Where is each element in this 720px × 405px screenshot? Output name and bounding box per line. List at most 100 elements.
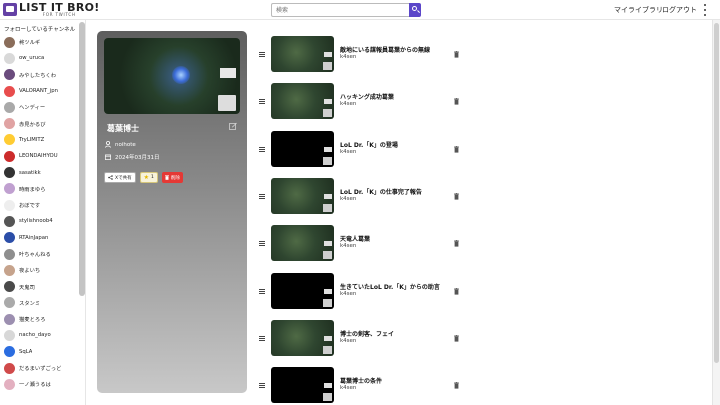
sidebar-channel-item[interactable]: 叶ちゃんねる (0, 246, 85, 262)
channel-name: sasatikk (19, 169, 41, 176)
sidebar-channel-item[interactable]: VALORANT_jpn (0, 83, 85, 99)
sidebar-channel-item[interactable]: 一ノ瀬うるは (0, 376, 85, 392)
playlist-owner: noihote (105, 141, 136, 148)
logo[interactable]: LIST IT BRO! FOR TWITCH (3, 2, 100, 17)
trash-icon[interactable] (454, 334, 459, 342)
date-text: 2024年03月31日 (115, 155, 160, 161)
sidebar-channel-item[interactable]: だるまいずごっど (0, 360, 85, 376)
video-row[interactable]: LoL Dr.「K」の仕事完了報告 k4sen (257, 177, 467, 216)
drag-handle-icon[interactable] (259, 146, 265, 152)
sidebar-channel-item[interactable]: 時雨まゆら (0, 181, 85, 197)
channel-name: 天鬼司 (19, 284, 35, 291)
sidebar-channel-item[interactable]: 赤見かるび (0, 115, 85, 131)
video-title[interactable]: 敵地にいる謀報員葛葉からの無線 (340, 45, 430, 54)
video-title[interactable]: 天竜人葛葉 (340, 234, 370, 243)
followed-channels-sidebar: フォローしているチャンネル 柊ツルギ ow_uruca みやしたちくわ VALORAN… (0, 20, 86, 405)
video-channel: k4sen (340, 101, 357, 108)
more-menu-icon[interactable] (703, 4, 707, 16)
video-title[interactable]: 葛葉博士の条件 (340, 376, 382, 385)
channel-avatar (4, 52, 15, 64)
sidebar-channel-item[interactable]: おぼです (0, 197, 85, 213)
sidebar-channel-item[interactable]: LEONDAIHYOU (0, 148, 85, 164)
video-thumbnail[interactable] (271, 272, 334, 309)
sidebar-channel-item[interactable]: 天鬼司 (0, 278, 85, 294)
video-title[interactable]: ハッキング成功葛葉 (340, 92, 394, 101)
drag-handle-icon[interactable] (259, 383, 265, 389)
sidebar-channel-item[interactable]: RTAinJapan (0, 230, 85, 246)
channel-avatar (4, 313, 15, 325)
channel-name: だるまいずごっど (19, 366, 62, 373)
edit-icon[interactable] (229, 122, 237, 130)
top-bar: LIST IT BRO! FOR TWITCH マイライブラリ ログアウト (0, 0, 720, 20)
drag-handle-icon[interactable] (259, 241, 265, 247)
video-row[interactable]: 敵地にいる謀報員葛葉からの無線 k4sen (257, 36, 467, 74)
sidebar-channel-item[interactable]: ヘンディー (0, 99, 85, 115)
video-row[interactable]: 博士の剣客、フェイ k4sen (257, 319, 467, 358)
channel-name: ow_uruca (19, 55, 45, 62)
search-button[interactable] (409, 3, 421, 17)
sidebar-channel-item[interactable]: nacho_dayo (0, 327, 85, 343)
drag-handle-icon[interactable] (259, 99, 265, 105)
page-scrollbar[interactable] (712, 20, 720, 405)
trash-icon[interactable] (454, 240, 459, 247)
video-row[interactable]: LoL Dr.「K」の登場 k4sen (257, 130, 467, 169)
channel-avatar (4, 232, 15, 244)
sidebar-channel-item[interactable]: ow_uruca (0, 50, 85, 66)
drag-handle-icon[interactable] (259, 288, 265, 294)
video-thumbnail[interactable] (271, 36, 334, 72)
trash-icon[interactable] (454, 382, 459, 389)
sidebar-channel-item[interactable]: みやしたちくわ (0, 67, 85, 83)
trash-icon[interactable] (454, 98, 459, 105)
video-thumbnail[interactable] (271, 130, 334, 167)
sidebar-scrollbar[interactable] (79, 22, 85, 296)
sidebar-channel-item[interactable]: sasatikk (0, 164, 85, 180)
trash-icon[interactable] (454, 287, 459, 295)
search-input[interactable] (271, 3, 409, 17)
drag-handle-icon[interactable] (259, 52, 265, 57)
video-row[interactable]: 天竜人葛葉 k4sen (257, 225, 467, 263)
video-channel: k4sen (340, 54, 357, 60)
search-icon (412, 6, 417, 11)
trash-icon[interactable] (454, 145, 459, 153)
owner-name: noihote (115, 141, 136, 148)
video-thumbnail[interactable] (271, 177, 334, 214)
video-channel: k4sen (340, 290, 357, 297)
share-on-x-button[interactable]: Xで共有 (104, 172, 136, 183)
trash-icon[interactable] (454, 51, 459, 58)
channel-avatar (4, 150, 15, 162)
playlist-thumbnail[interactable] (104, 38, 240, 114)
sidebar-channel-item[interactable]: stylishnoob4 (0, 213, 85, 229)
video-thumbnail[interactable] (271, 367, 334, 404)
video-title[interactable]: LoL Dr.「K」の登場 (340, 140, 398, 149)
video-thumbnail[interactable] (271, 83, 334, 120)
drag-handle-icon[interactable] (259, 193, 265, 199)
trash-icon[interactable] (454, 192, 459, 200)
video-row[interactable]: 生きていたLoL Dr.「K」からの助言 k4sen (257, 272, 467, 311)
channel-avatar (4, 118, 15, 130)
search-bar (271, 3, 421, 17)
delete-playlist-button[interactable]: 削除 (161, 172, 183, 183)
video-title[interactable]: 博士の剣客、フェイ (340, 329, 394, 338)
logout-link[interactable]: ログアウト (662, 5, 697, 15)
video-title[interactable]: LoL Dr.「K」の仕事完了報告 (340, 187, 422, 196)
drag-handle-icon[interactable] (259, 335, 265, 341)
my-library-link[interactable]: マイライブラリ (614, 5, 663, 15)
video-row[interactable]: 葛葉博士の条件 k4sen (257, 367, 467, 405)
sidebar-channel-item[interactable]: TryLIMITZ (0, 132, 85, 148)
video-thumbnail[interactable] (271, 319, 334, 356)
channel-name: VALORANT_jpn (19, 88, 58, 95)
channel-name: 赤見かるび (19, 121, 46, 128)
video-thumbnail[interactable] (271, 225, 334, 262)
calendar-icon (105, 154, 111, 160)
sidebar-channel-item[interactable]: 夜よいち (0, 262, 85, 278)
star-button[interactable]: ★ 1 (139, 172, 158, 183)
sidebar-channel-item[interactable]: 柊ツルギ (0, 34, 85, 50)
video-title[interactable]: 生きていたLoL Dr.「K」からの助言 (340, 282, 440, 291)
channel-avatar (4, 378, 15, 390)
sidebar-channel-item[interactable]: SqLA (0, 344, 85, 360)
sidebar-channel-item[interactable]: 猫麦とろろ (0, 311, 85, 327)
video-channel: k4sen (340, 243, 357, 250)
video-row[interactable]: ハッキング成功葛葉 k4sen (257, 83, 467, 121)
sidebar-channel-item[interactable]: スタンミ (0, 295, 85, 311)
channel-avatar (4, 101, 15, 113)
